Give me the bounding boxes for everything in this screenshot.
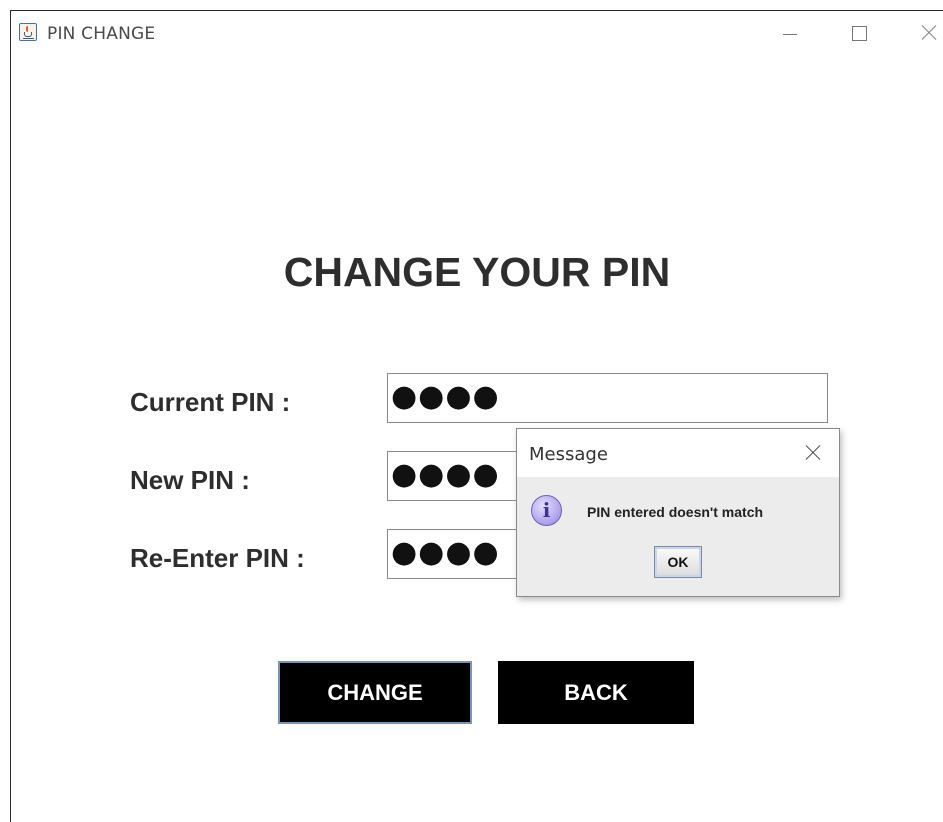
dialog-message: PIN entered doesn't match: [587, 504, 764, 520]
window-title: PIN CHANGE: [47, 24, 156, 44]
ok-button[interactable]: OK: [654, 546, 702, 578]
minimize-button[interactable]: [769, 15, 809, 51]
window-titlebar[interactable]: PIN CHANGE: [11, 11, 943, 55]
java-app-icon: [19, 23, 37, 41]
current-pin-label: Current PIN :: [130, 387, 291, 417]
close-window-button[interactable]: [909, 15, 943, 51]
dialog-title: Message: [529, 444, 608, 465]
back-button[interactable]: BACK: [498, 661, 694, 724]
current-pin-field[interactable]: ●●●●: [387, 373, 828, 423]
change-button[interactable]: CHANGE: [278, 661, 472, 724]
dialog-close-button[interactable]: [801, 441, 825, 465]
info-icon: i: [531, 495, 562, 526]
maximize-button[interactable]: [839, 15, 879, 51]
reenter-pin-label: Re-Enter PIN :: [130, 543, 305, 573]
pin-change-window: PIN CHANGE CHANGE YOUR PIN Current PIN :…: [10, 10, 943, 822]
dialog-titlebar[interactable]: Message: [517, 429, 839, 477]
page-heading: CHANGE YOUR PIN: [283, 249, 671, 295]
new-pin-label: New PIN :: [130, 465, 250, 495]
message-dialog: Message i PIN entered doesn't match OK: [516, 428, 840, 597]
